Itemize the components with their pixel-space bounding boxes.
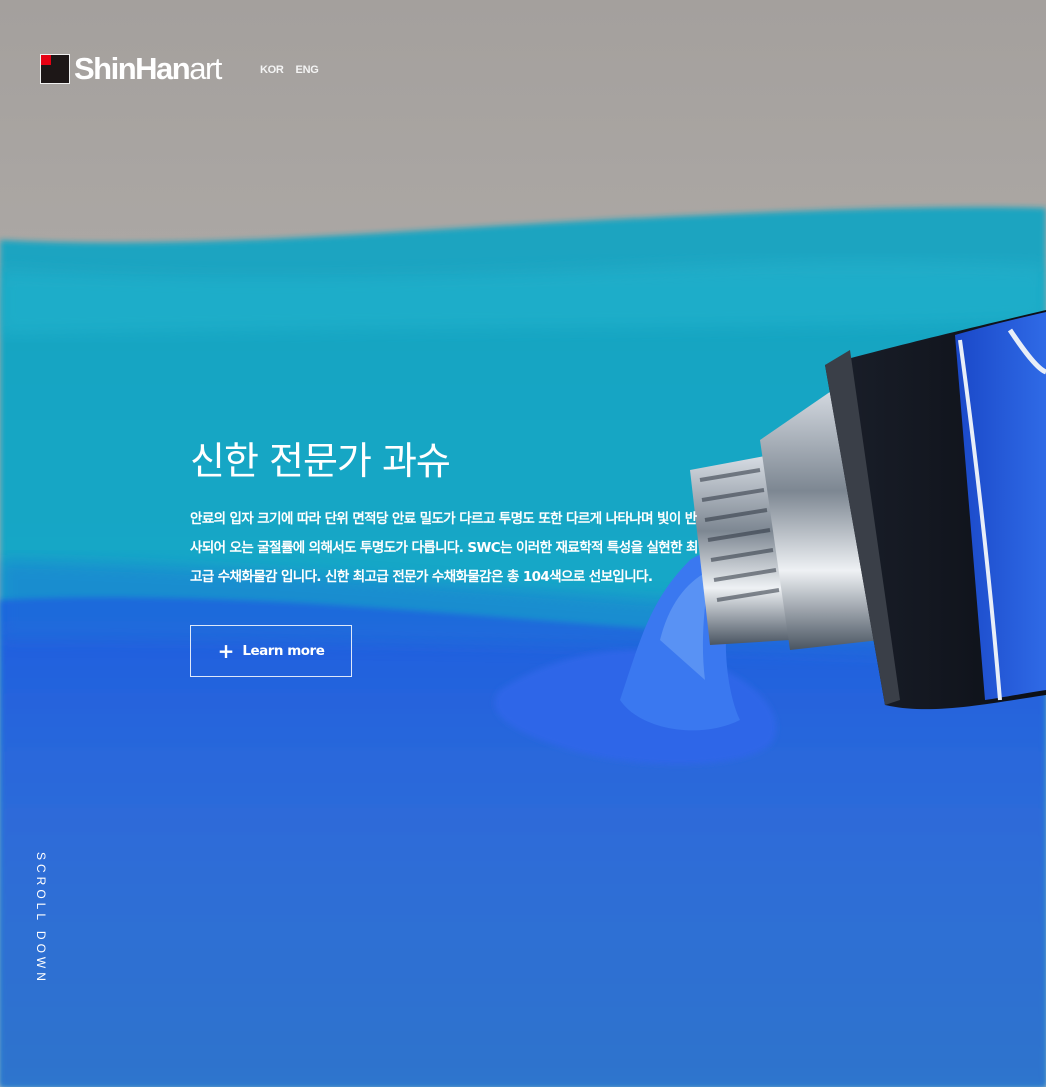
logo-name-light: art [189,51,222,86]
hero-description-line: 고급 수채화물감 입니다. 신한 최고급 전문가 수채화물감은 총 104색으로… [190,569,653,585]
hero-title: 신한 전문가 과슈 [190,439,451,483]
logo-name-bold: ShinHan [74,51,191,86]
hero-copy: 신한 전문가 과슈 안료의 입자 크기에 따라 단위 면적당 안료 밀도가 다르… [190,437,730,592]
plus-icon: + [217,639,235,663]
lang-eng-link[interactable]: ENG [296,64,319,76]
hero-description-line: 사되어 오는 굴절률에 의해서도 투명도가 다릅니다. SWC는 이러한 재료학… [190,540,698,556]
logo-mark-icon [40,53,70,84]
hero-description: 안료의 입자 크기에 따라 단위 면적당 안료 밀도가 다르고 투명도 또한 다… [190,505,730,592]
learn-more-button[interactable]: + Learn more [190,625,352,677]
scroll-down-label: SCROLL DOWN [34,852,48,985]
learn-more-label: Learn more [242,643,325,659]
hero-description-line: 안료의 입자 크기에 따라 단위 면적당 안료 밀도가 다르고 투명도 또한 다… [190,511,697,527]
hero-section: ShinHanart KOR ENG 신한 전문가 과슈 안료의 입자 크기에 … [0,0,1046,1087]
language-switcher: KOR ENG [260,64,319,76]
scroll-down-indicator[interactable]: SCROLL DOWN [34,852,50,992]
lang-kor-link[interactable]: KOR [260,64,284,76]
brand-logo[interactable]: ShinHanart [40,51,222,86]
logo-wordmark: ShinHanart [74,51,222,86]
